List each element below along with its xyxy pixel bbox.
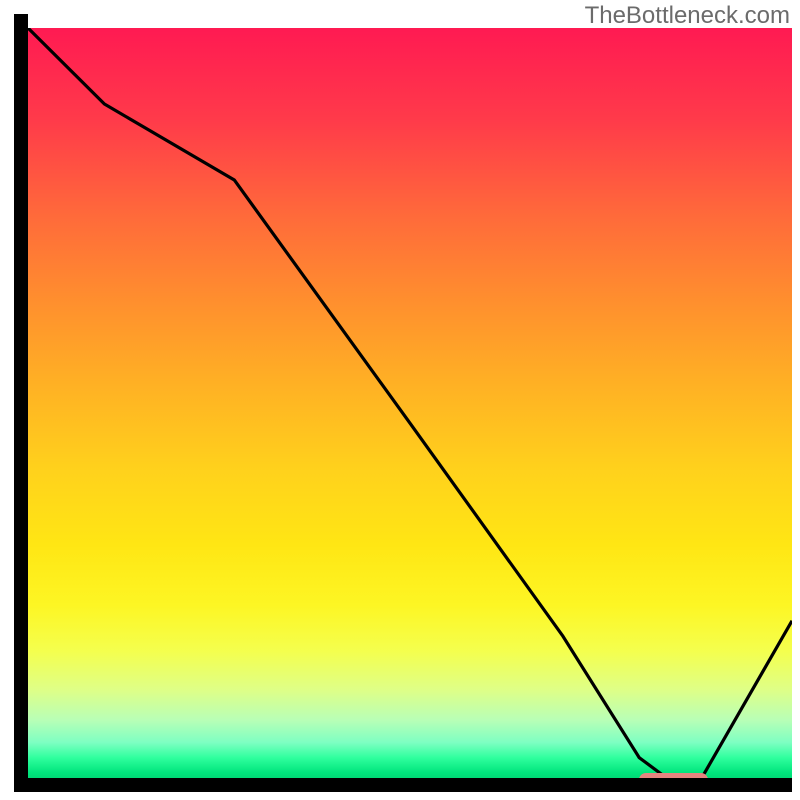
chart-container: TheBottleneck.com (0, 0, 800, 800)
watermark-text: TheBottleneck.com (585, 2, 790, 30)
axis-bottom (14, 778, 792, 792)
axis-left (14, 14, 28, 792)
bottleneck-curve-path (28, 28, 792, 780)
curve-svg (28, 28, 792, 788)
